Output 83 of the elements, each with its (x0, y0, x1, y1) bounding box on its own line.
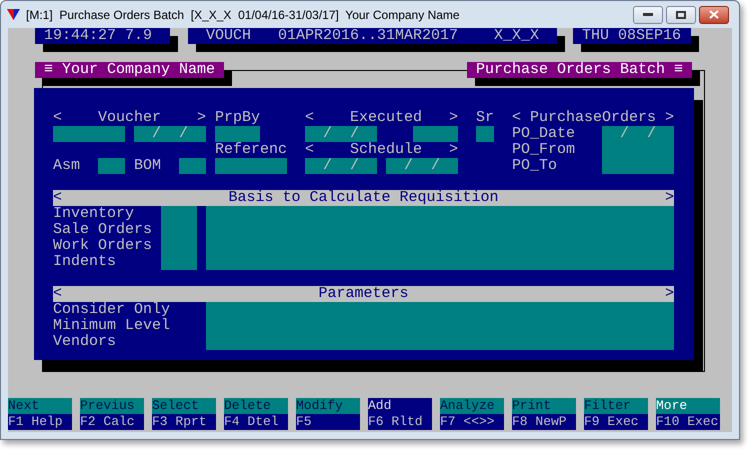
voucher-number-field[interactable] (53, 126, 125, 142)
executed-date-field[interactable]: / / (305, 126, 377, 142)
bom-field[interactable] (179, 158, 206, 174)
function-key-shortcut[interactable]: F2 Calc (80, 414, 144, 430)
asm-label: Asm (53, 158, 80, 174)
reference-field[interactable] (215, 158, 287, 174)
minimize-button[interactable] (633, 6, 663, 24)
parameters-field[interactable] (206, 302, 674, 350)
po-date-field[interactable]: / / (602, 126, 674, 174)
function-key-action[interactable]: Filter (584, 398, 648, 414)
close-button[interactable] (699, 6, 729, 24)
bracket-right: > (664, 286, 674, 302)
schedule-to-field[interactable]: / / (386, 158, 458, 174)
basis-details-field[interactable] (206, 206, 674, 270)
period-range: 01APR2016..31MAR2017 (278, 28, 458, 44)
function-key-shortcut[interactable]: F3 Rprt (152, 414, 216, 430)
function-key-shortcut[interactable]: F1 Help (8, 414, 72, 430)
asm-field[interactable] (98, 158, 125, 174)
bracket-left: < (512, 110, 522, 126)
function-key-shortcut[interactable]: F6 Rltd (368, 414, 432, 430)
schedule-from-field[interactable]: / / (305, 158, 377, 174)
bracket-right: > (449, 142, 458, 158)
company-code: X_X_X (494, 28, 540, 44)
function-key-action[interactable]: Previus (80, 398, 144, 414)
basis-flags-field[interactable] (161, 206, 197, 270)
bracket-right: > (664, 190, 674, 206)
voucher-date-field[interactable]: / / (134, 126, 206, 142)
voucher-label: Voucher (98, 110, 161, 126)
function-key-action[interactable]: Select (152, 398, 216, 414)
schedule-label: Schedule (350, 142, 422, 158)
bracket-left: < (53, 286, 62, 302)
minimize-icon (643, 12, 653, 16)
basis-label: Inventory (53, 206, 136, 222)
po-to-label: PO_To (512, 158, 558, 174)
sr-label: Sr (476, 110, 494, 126)
basis-label: Sale Orders (53, 222, 154, 238)
section-title: Parameters (318, 286, 408, 302)
referenc-label: Referenc (215, 142, 287, 158)
purchase-orders-label: PurchaseOrders (530, 110, 656, 126)
window-title: [M:1] Purchase Orders Batch [X_X_X 01/04/16-31/03/17] Your Company Name (26, 6, 460, 24)
maximize-icon (676, 10, 686, 18)
basis-label: Indents (53, 254, 118, 270)
function-key-shortcut[interactable]: F5 (296, 414, 360, 430)
function-key-shortcut[interactable]: F8 NewP (512, 414, 576, 430)
parameter-label: Consider Only (53, 302, 172, 318)
bom-label: BOM (134, 158, 161, 174)
parameter-label: Minimum Level (53, 318, 172, 334)
executed-label: Executed (350, 110, 422, 126)
clock-display: 19:44:27 7.9 (35, 28, 170, 44)
bracket-right: > (197, 110, 206, 126)
parameter-label: Vendors (53, 334, 118, 350)
function-key-shortcut[interactable]: F4 Dtel (224, 414, 288, 430)
date-display: THU 08SEP16 (573, 28, 691, 44)
module-name: VOUCH (206, 28, 252, 44)
function-key-shortcut[interactable]: F7 <<>> (440, 414, 504, 430)
function-key-shortcut[interactable]: F9 Exec (584, 414, 648, 430)
maximize-button[interactable] (666, 6, 696, 24)
bracket-right: > (449, 110, 458, 126)
function-key-action[interactable]: Next (8, 398, 72, 414)
basis-label: Work Orders (53, 238, 154, 254)
bracket-right: > (664, 110, 674, 126)
app-logo-icon (7, 8, 20, 21)
bracket-left: < (305, 142, 314, 158)
po-from-label: PO_From (512, 142, 576, 158)
bracket-left: < (53, 190, 62, 206)
function-key-action[interactable]: Delete (224, 398, 288, 414)
function-key-action[interactable]: Print (512, 398, 576, 414)
close-icon (709, 10, 719, 19)
company-header: ≡ Your Company Name (35, 62, 224, 78)
prpby-field[interactable] (215, 126, 260, 142)
function-key-action[interactable]: Modify (296, 398, 360, 414)
bracket-left: < (53, 110, 62, 126)
bracket-left: < (305, 110, 314, 126)
po-date-label: PO_Date (512, 126, 576, 142)
sr-field[interactable] (476, 126, 494, 142)
function-key-action[interactable]: Analyze (440, 398, 504, 414)
prpby-label: PrpBy (215, 110, 260, 126)
function-key-shortcut[interactable]: F10 Exec (656, 414, 720, 430)
function-key-action[interactable]: Add (368, 398, 432, 414)
executed-field[interactable] (413, 126, 458, 142)
screen-header: Purchase Orders Batch ≡ (467, 62, 692, 78)
section-title: Basis to Calculate Requisition (228, 190, 499, 206)
function-key-action[interactable]: More (656, 398, 720, 414)
